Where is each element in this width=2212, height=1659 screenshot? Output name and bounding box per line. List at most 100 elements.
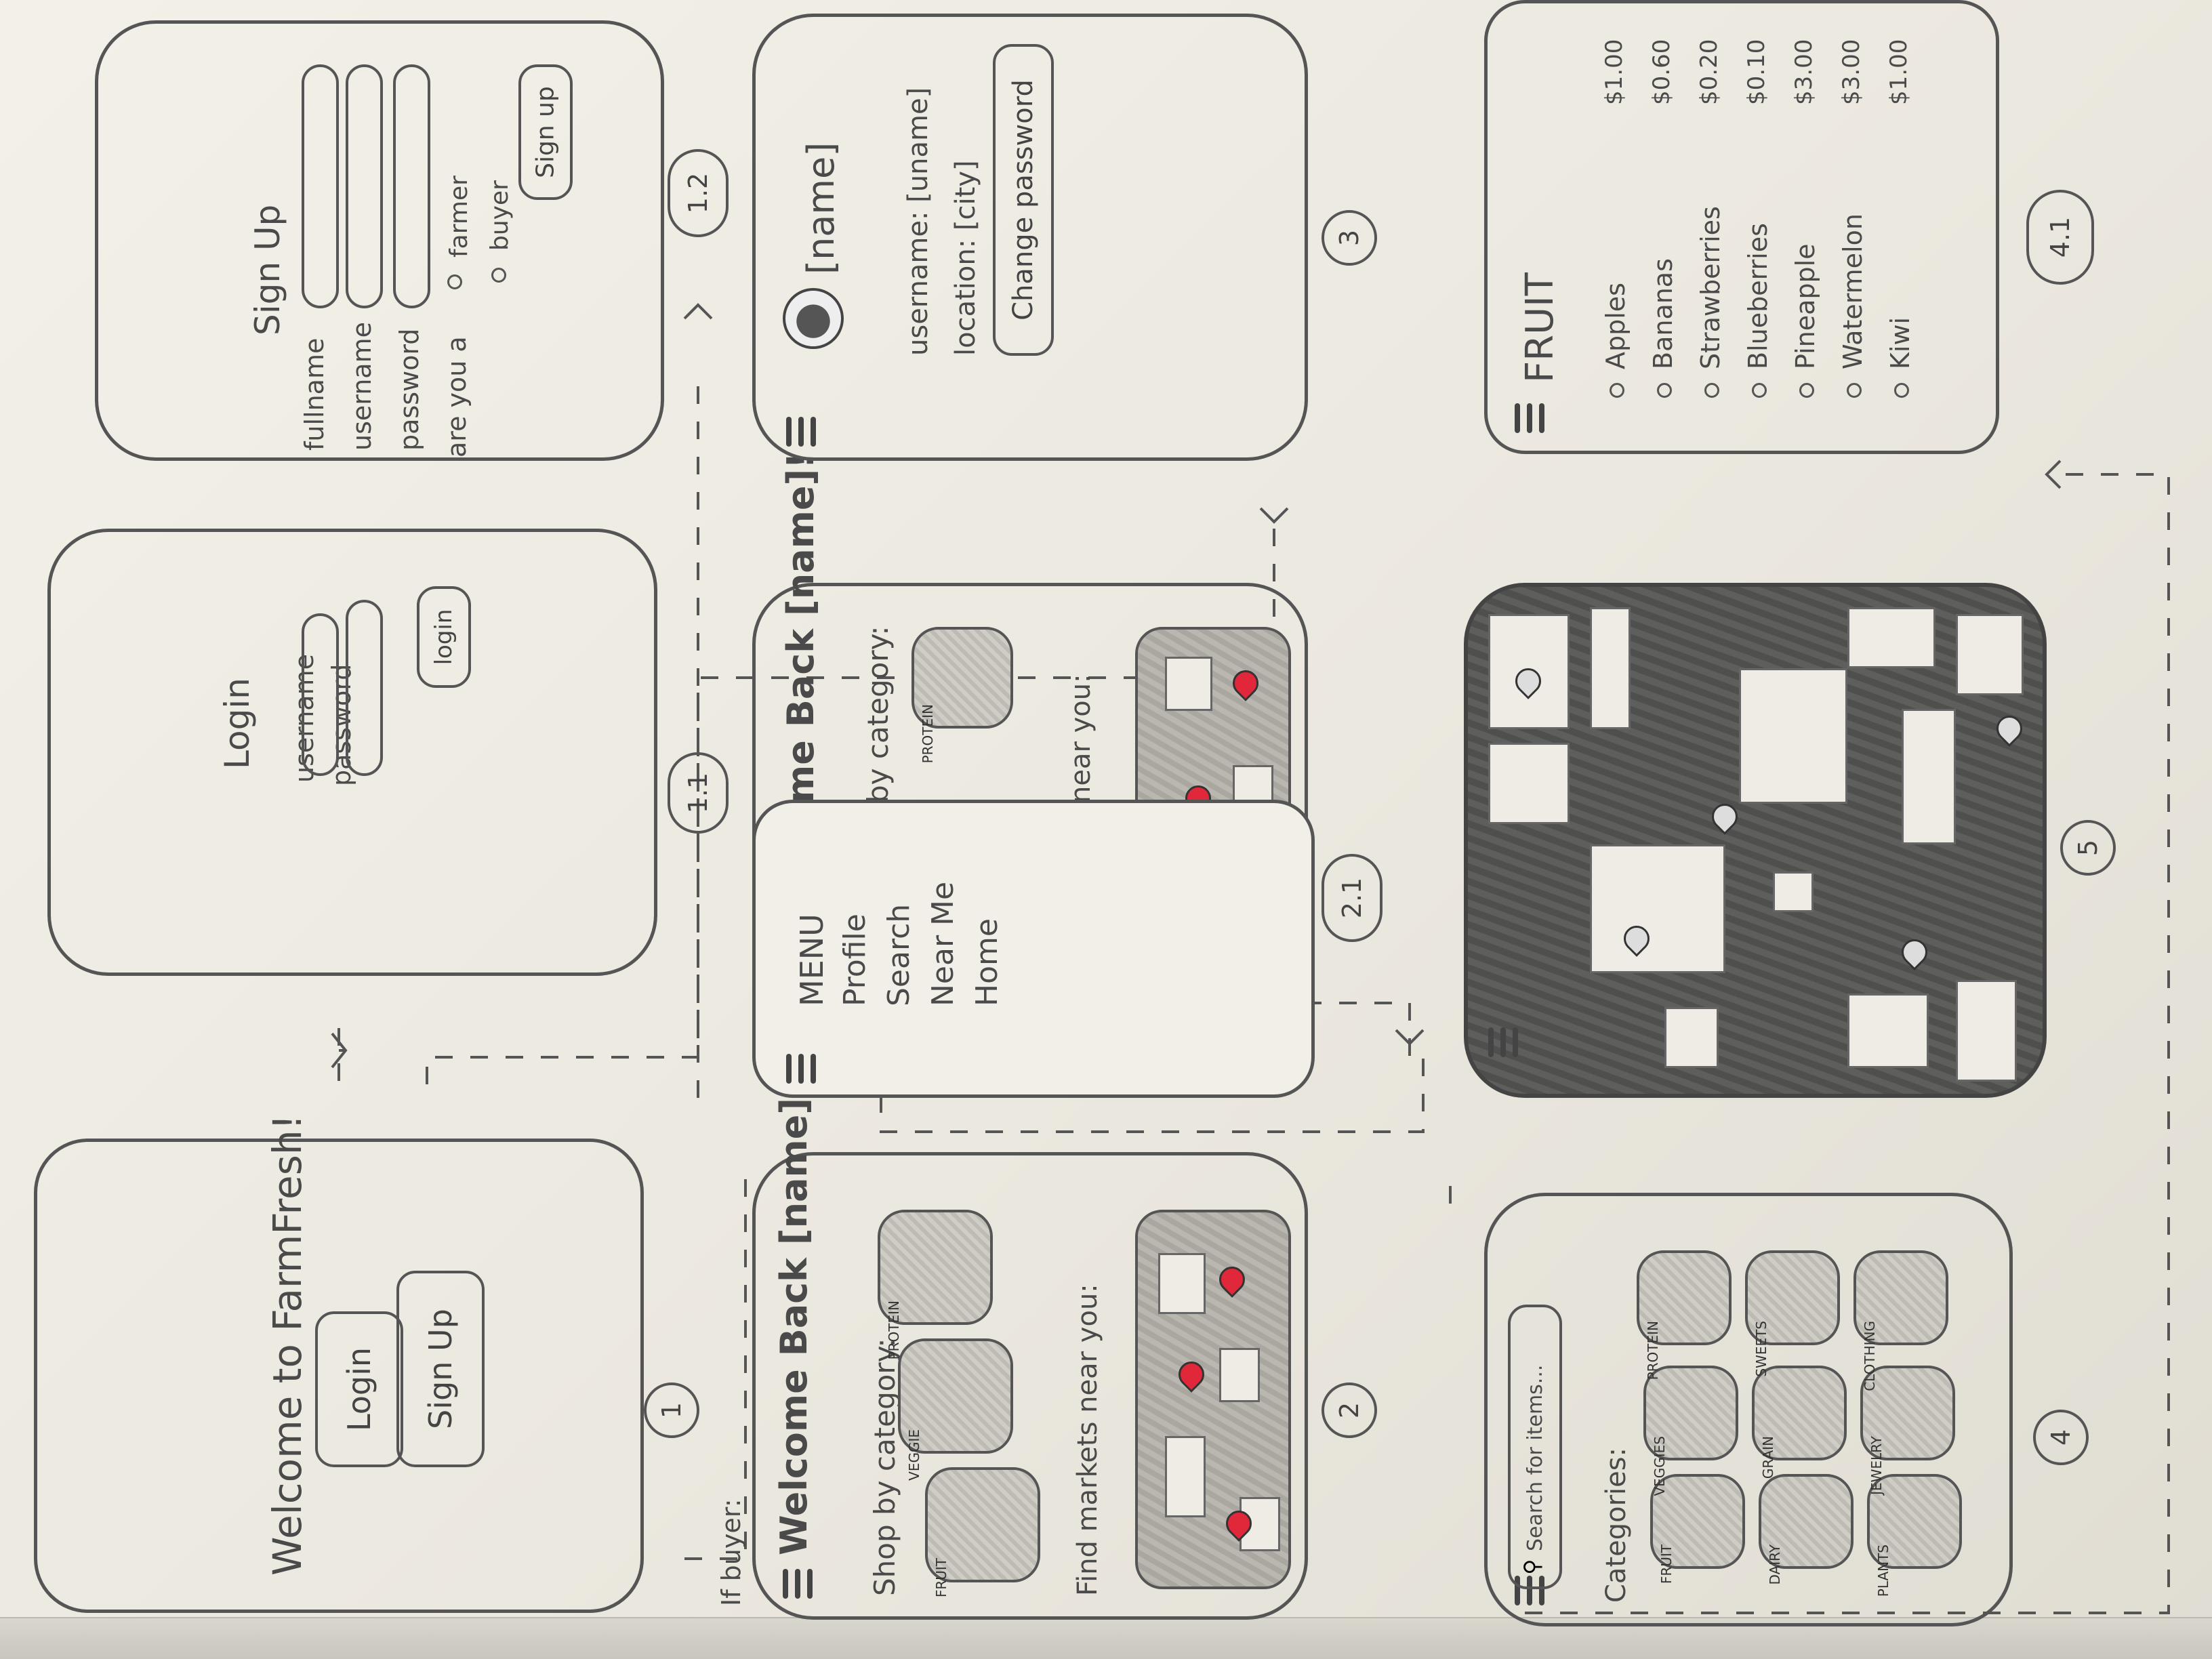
find-markets-partial: near you: (1065, 674, 1097, 803)
market-pin-icon[interactable] (1991, 710, 2028, 747)
fruit-item-price: $3.00 (1838, 39, 1865, 105)
screen-1-number: 1 (644, 1382, 699, 1438)
hamburger-menu-icon[interactable] (786, 1054, 816, 1084)
welcome-back-partial: me Back [name]! (779, 452, 822, 803)
screen-4-1-fruit-list: FRUIT Apples $1.00 Bananas $0.60 Strawberrie… (1484, 0, 1999, 454)
search-placeholder: Search for items... (1523, 1364, 1547, 1551)
password-label: password (394, 328, 424, 451)
change-password-button[interactable]: Change password (993, 44, 1054, 356)
screen-3-number: 3 (1322, 210, 1377, 266)
fruit-item-price: $0.60 (1648, 39, 1675, 105)
fruit-item-name[interactable]: Pineapple (1790, 243, 1820, 369)
password-field[interactable] (393, 64, 430, 308)
sign-up-button[interactable]: Sign Up (396, 1271, 485, 1467)
arrowhead-to-3 (1259, 507, 1289, 524)
screen-1-2-signup: Sign Up fullname username password are y… (95, 20, 664, 461)
market-pin-icon[interactable] (1214, 1261, 1250, 1298)
login-button[interactable]: Login (315, 1311, 403, 1467)
screen-1-welcome: Welcome to FarmFresh! Login Sign Up (34, 1114, 644, 1613)
username-label: username (347, 322, 377, 451)
markets-map[interactable] (1135, 1210, 1291, 1589)
password-field[interactable] (346, 600, 383, 776)
hamburger-menu-icon[interactable] (1488, 1027, 1518, 1057)
fruit-item-price: $0.20 (1696, 39, 1723, 105)
side-menu-panel: MENU Profile Search Near Me Home (752, 800, 1315, 1098)
fruit-item-name[interactable]: Kiwi (1885, 317, 1915, 369)
profile-avatar-icon (783, 288, 844, 349)
clothing-category-icon[interactable]: CLOTHING (1853, 1250, 1948, 1391)
account-type-question: are you a (442, 336, 472, 457)
screen-5-number: 5 (2060, 820, 2116, 876)
fruit-item-select-radio[interactable] (1704, 383, 1719, 398)
fullname-label: fullname (300, 337, 329, 451)
signup-submit-button[interactable]: Sign up (518, 64, 573, 200)
fullname-field[interactable] (302, 64, 339, 308)
fruit-item-price: $1.00 (1601, 39, 1628, 105)
fruit-category-icon[interactable]: FRUIT (925, 1467, 1040, 1597)
farmer-option-label: farmer (445, 176, 473, 258)
fruit-item-name[interactable]: Apples (1601, 283, 1631, 369)
username-field[interactable] (302, 613, 339, 776)
fruit-title: FRUIT (1518, 272, 1562, 383)
menu-title: MENU (794, 914, 830, 1006)
fruit-item-select-radio[interactable] (1847, 383, 1862, 398)
protein-category-icon[interactable]: PROTEIN (878, 1210, 993, 1359)
sweets-category-icon[interactable]: SWEETS (1745, 1250, 1840, 1377)
hamburger-menu-icon[interactable] (783, 1569, 813, 1599)
fruit-item-select-radio[interactable] (1752, 383, 1767, 398)
menu-item-profile[interactable]: Profile (838, 914, 872, 1006)
screen-2-1-number: 2.1 (1322, 854, 1382, 942)
screen-2-number: 2 (1322, 1382, 1377, 1438)
hamburger-menu-icon[interactable] (1515, 403, 1544, 433)
market-pin-icon[interactable] (1706, 798, 1743, 835)
fruit-item-name[interactable]: Bananas (1648, 258, 1678, 369)
protein-category-icon[interactable]: PROTEIN (912, 627, 1013, 763)
categories-label: Categories: (1601, 1447, 1632, 1603)
login-title: Login (218, 678, 257, 769)
screen-1-1-number: 1.1 (668, 752, 729, 834)
fruit-item-name[interactable]: Watermelon (1838, 213, 1868, 369)
login-submit-button[interactable]: login (417, 586, 471, 688)
hamburger-menu-icon[interactable] (786, 417, 816, 447)
menu-item-search[interactable]: Search (882, 904, 916, 1006)
screen-4-number: 4 (2033, 1410, 2089, 1465)
screen-4-search: ⚲ Search for items... Categories: FRUIT … (1484, 1193, 2013, 1626)
fruit-item-select-radio[interactable] (1657, 383, 1672, 398)
screen-1-1-login: Login username password login (47, 529, 657, 976)
search-icon: ⚲ (1519, 1559, 1545, 1575)
menu-item-near-me[interactable]: Near Me (926, 882, 960, 1006)
fruit-item-select-radio[interactable] (1799, 383, 1814, 398)
search-input[interactable]: ⚲ Search for items... (1508, 1305, 1562, 1589)
shop-by-category-partial: by category: (861, 626, 895, 803)
profile-username: username: [uname] (903, 87, 934, 356)
dairy-category-icon[interactable]: DAIRY (1759, 1474, 1853, 1584)
grain-category-icon[interactable]: GRAIN (1752, 1366, 1847, 1479)
menu-item-home[interactable]: Home (970, 918, 1004, 1006)
buyer-radio[interactable] (491, 268, 506, 283)
fruit-item-name[interactable]: Strawberries (1696, 206, 1725, 369)
username-field[interactable] (346, 64, 383, 308)
buyer-option-label: buyer (486, 180, 514, 251)
fruit-item-price: $1.00 (1885, 39, 1912, 105)
if-buyer-condition: If buyer: (716, 1498, 746, 1607)
farmer-radio[interactable] (447, 274, 462, 289)
welcome-title: Welcome to FarmFresh! (264, 1114, 310, 1576)
veggie-category-icon[interactable]: VEGGIE (898, 1338, 1013, 1481)
protein-category-icon[interactable]: PROTEIN (1637, 1250, 1732, 1380)
screen-2-buyer-home: Welcome Back [name]! Shop by category: F… (752, 1081, 1308, 1620)
market-pin-icon[interactable] (1173, 1356, 1210, 1393)
sign-up-button-label: Sign Up (422, 1309, 459, 1429)
fruit-item-select-radio[interactable] (1610, 383, 1624, 398)
arrowhead-to-4-1 (2045, 459, 2062, 489)
profile-location: location: [city] (950, 160, 981, 356)
market-pin-icon[interactable] (1896, 934, 1933, 970)
fruit-item-name[interactable]: Blueberries (1743, 223, 1773, 369)
screen-5-market-map[interactable] (1464, 583, 2047, 1098)
fruit-item-select-radio[interactable] (1894, 383, 1909, 398)
signup-title: Sign Up (248, 204, 287, 335)
fruit-item-price: $3.00 (1790, 39, 1818, 105)
market-pin-icon[interactable] (1227, 665, 1264, 701)
profile-name: [name] (800, 142, 842, 274)
find-markets-label: Find markets near you: (1072, 1284, 1103, 1596)
fruit-item-price: $0.10 (1743, 39, 1770, 105)
